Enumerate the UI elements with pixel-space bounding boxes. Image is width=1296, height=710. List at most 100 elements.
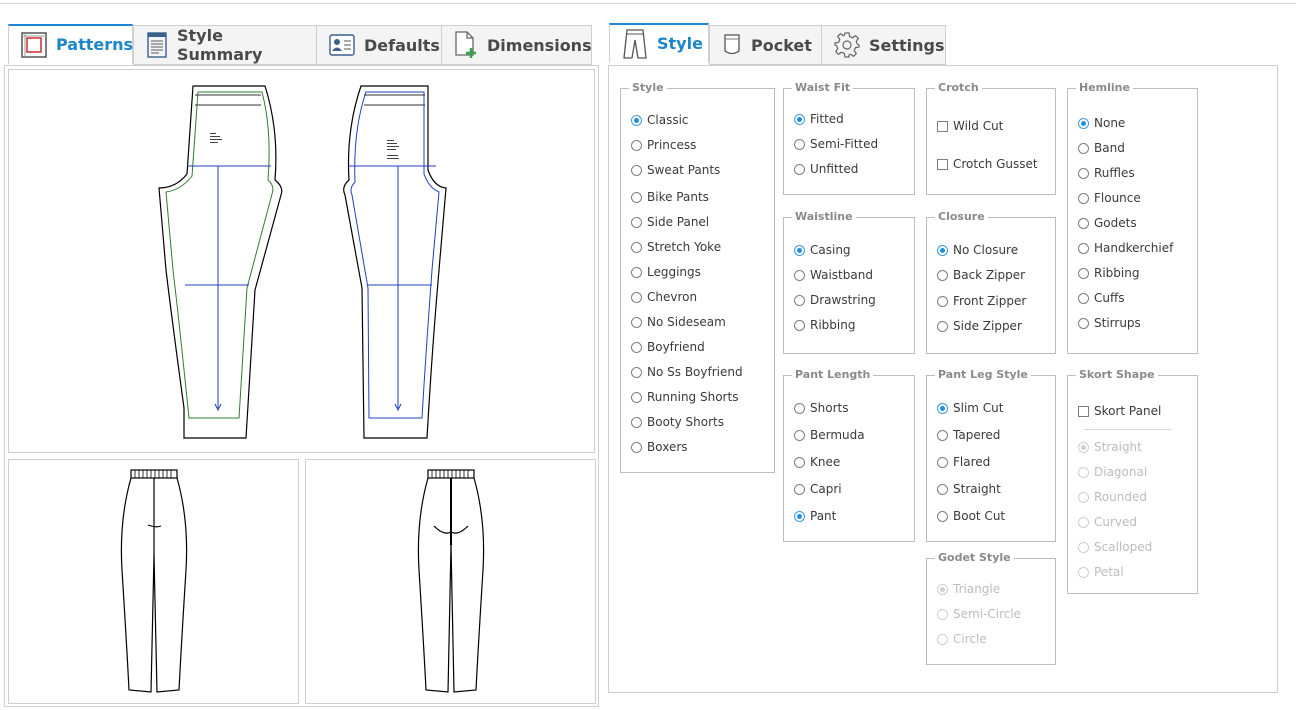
radio-button[interactable] (631, 139, 642, 151)
radio-button[interactable] (1078, 217, 1089, 229)
style-option-sweat-pants[interactable]: Sweat Pants (631, 163, 720, 177)
waistline-option-ribbing[interactable]: Ribbing (794, 318, 855, 332)
radio-button[interactable] (794, 402, 805, 414)
skort-panel-checkbox-option[interactable]: Skort Panel (1078, 404, 1161, 418)
style-option-chevron[interactable]: Chevron (631, 290, 697, 304)
radio-button[interactable] (631, 391, 642, 403)
style-option-princess[interactable]: Princess (631, 138, 696, 152)
radio-button[interactable] (1078, 142, 1089, 154)
hemline-option-flounce[interactable]: Flounce (1078, 191, 1141, 205)
hemline-option-stirrups[interactable]: Stirrups (1078, 316, 1141, 330)
style-option-running-shorts[interactable]: Running Shorts (631, 390, 738, 404)
checkbox[interactable] (937, 120, 948, 132)
waistline-option-waistband[interactable]: Waistband (794, 268, 873, 282)
hemline-option-cuffs[interactable]: Cuffs (1078, 291, 1125, 305)
waistline-option-drawstring[interactable]: Drawstring (794, 293, 876, 307)
radio-button[interactable] (794, 138, 805, 150)
radio-button[interactable] (631, 164, 642, 176)
radio-button[interactable] (937, 429, 948, 441)
style-option-boyfriend[interactable]: Boyfriend (631, 340, 705, 354)
radio-button[interactable] (631, 191, 642, 203)
radio-button[interactable] (937, 402, 948, 414)
radio-button[interactable] (631, 114, 642, 126)
radio-button[interactable] (937, 510, 948, 522)
radio-button[interactable] (631, 441, 642, 453)
tab-defaults[interactable]: Defaults (316, 25, 442, 65)
pattern-pieces-view[interactable] (8, 69, 595, 453)
pant-length-option-pant[interactable]: Pant (794, 509, 836, 523)
radio-button[interactable] (937, 244, 948, 256)
radio-button[interactable] (631, 366, 642, 378)
checkbox[interactable] (1078, 405, 1089, 417)
waistline-option-casing[interactable]: Casing (794, 243, 851, 257)
radio-button[interactable] (794, 294, 805, 306)
crotch-option-wild-cut[interactable]: Wild Cut (937, 119, 1003, 133)
tab-patterns[interactable]: Patterns (8, 24, 133, 64)
hemline-option-ribbing[interactable]: Ribbing (1078, 266, 1139, 280)
pant-leg-style-option-straight[interactable]: Straight (937, 482, 1001, 496)
radio-button[interactable] (794, 483, 805, 495)
radio-button[interactable] (937, 269, 948, 281)
radio-button[interactable] (631, 266, 642, 278)
radio-button[interactable] (1078, 167, 1089, 179)
pant-leg-style-option-boot-cut[interactable]: Boot Cut (937, 509, 1005, 523)
pant-length-option-knee[interactable]: Knee (794, 455, 840, 469)
style-option-stretch-yoke[interactable]: Stretch Yoke (631, 240, 721, 254)
style-option-leggings[interactable]: Leggings (631, 265, 701, 279)
closure-option-no-closure[interactable]: No Closure (937, 243, 1018, 257)
radio-button[interactable] (937, 295, 948, 307)
radio-button[interactable] (794, 510, 805, 522)
checkbox[interactable] (937, 158, 948, 170)
pant-leg-style-option-slim-cut[interactable]: Slim Cut (937, 401, 1003, 415)
radio-button[interactable] (794, 429, 805, 441)
radio-button[interactable] (937, 456, 948, 468)
tab-style-summary[interactable]: Style Summary (133, 25, 317, 65)
radio-button[interactable] (631, 241, 642, 253)
radio-button[interactable] (937, 320, 948, 332)
radio-button[interactable] (794, 163, 805, 175)
closure-option-back-zipper[interactable]: Back Zipper (937, 268, 1025, 282)
style-option-booty-shorts[interactable]: Booty Shorts (631, 415, 724, 429)
style-option-side-panel[interactable]: Side Panel (631, 215, 709, 229)
pant-length-option-bermuda[interactable]: Bermuda (794, 428, 865, 442)
closure-option-front-zipper[interactable]: Front Zipper (937, 294, 1026, 308)
radio-button[interactable] (1078, 317, 1089, 329)
radio-button[interactable] (794, 319, 805, 331)
radio-button[interactable] (937, 483, 948, 495)
pant-leg-style-option-tapered[interactable]: Tapered (937, 428, 1000, 442)
pant-leg-style-option-flared[interactable]: Flared (937, 455, 990, 469)
hemline-option-godets[interactable]: Godets (1078, 216, 1137, 230)
radio-button[interactable] (631, 291, 642, 303)
radio-button[interactable] (1078, 117, 1089, 129)
tab-style[interactable]: Style (609, 23, 709, 63)
style-option-no-sideseam[interactable]: No Sideseam (631, 315, 726, 329)
radio-button[interactable] (631, 416, 642, 428)
style-option-bike-pants[interactable]: Bike Pants (631, 190, 709, 204)
pant-length-option-shorts[interactable]: Shorts (794, 401, 848, 415)
waist-fit-option-fitted[interactable]: Fitted (794, 112, 844, 126)
radio-button[interactable] (631, 216, 642, 228)
hemline-option-ruffles[interactable]: Ruffles (1078, 166, 1135, 180)
tab-settings[interactable]: Settings (821, 25, 946, 65)
tab-pocket[interactable]: Pocket (709, 25, 822, 65)
radio-button[interactable] (1078, 192, 1089, 204)
hemline-option-none[interactable]: None (1078, 116, 1125, 130)
radio-button[interactable] (794, 269, 805, 281)
radio-button[interactable] (794, 456, 805, 468)
waist-fit-option-semi-fitted[interactable]: Semi-Fitted (794, 137, 878, 151)
radio-button[interactable] (794, 244, 805, 256)
front-view-sketch[interactable] (8, 459, 299, 704)
radio-button[interactable] (1078, 267, 1089, 279)
tab-dimensions[interactable]: Dimensions (441, 25, 592, 65)
style-option-classic[interactable]: Classic (631, 113, 689, 127)
pant-length-option-capri[interactable]: Capri (794, 482, 842, 496)
style-option-no-ss-boyfriend[interactable]: No Ss Boyfriend (631, 365, 743, 379)
back-view-sketch[interactable] (305, 459, 596, 704)
radio-button[interactable] (1078, 242, 1089, 254)
style-option-boxers[interactable]: Boxers (631, 440, 688, 454)
hemline-option-band[interactable]: Band (1078, 141, 1125, 155)
radio-button[interactable] (631, 341, 642, 353)
radio-button[interactable] (1078, 292, 1089, 304)
closure-option-side-zipper[interactable]: Side Zipper (937, 319, 1022, 333)
radio-button[interactable] (794, 113, 805, 125)
